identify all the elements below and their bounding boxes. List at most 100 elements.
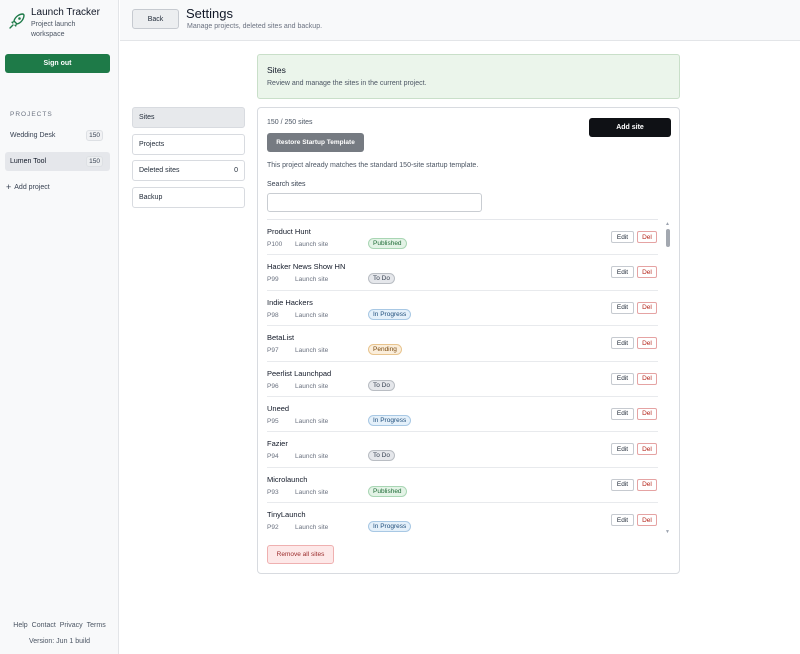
status-badge: In Progress — [368, 414, 412, 426]
plus-icon: + — [6, 182, 12, 192]
project-count-badge: 150 — [86, 130, 103, 141]
status-badge: In Progress — [368, 308, 412, 320]
scrollbar[interactable]: ▲ ▼ — [664, 221, 672, 537]
add-project-label: Add project — [14, 183, 50, 191]
remove-all-sites-button[interactable]: Remove all sites — [267, 545, 334, 564]
table-row: Peerlist Launchpad P96 Launch site To Do Edi… — [267, 362, 658, 397]
page-subtitle: Manage projects, deleted sites and backu… — [187, 23, 323, 30]
edit-button[interactable]: Edit — [611, 407, 634, 420]
table-row: Product Hunt P100 Launch site Published Edit… — [267, 220, 658, 256]
site-name: Uneed — [267, 403, 290, 413]
sidebar-item-lumen-tool[interactable]: Lumen Tool 150 — [5, 152, 110, 171]
settings-nav-projects[interactable]: Projects — [132, 134, 245, 155]
delete-button[interactable]: Del — [637, 301, 657, 314]
page-title: Settings — [186, 6, 233, 21]
site-name: Product Hunt — [267, 227, 311, 236]
add-project-button[interactable]: + Add project — [6, 182, 50, 192]
restore-template-button[interactable]: Restore Startup Template — [267, 133, 364, 152]
search-label: Search sites — [267, 181, 306, 188]
site-code: P95 — [267, 417, 279, 425]
site-code: P100 — [267, 241, 283, 248]
footer-links: Help Contact Privacy Terms — [0, 622, 119, 629]
terms-link[interactable]: Terms — [87, 622, 106, 629]
search-input[interactable] — [267, 193, 482, 212]
edit-button[interactable]: Edit — [611, 266, 634, 279]
table-row: Fazier P94 Launch site To Do Edit Del — [267, 432, 658, 468]
site-type: Launch site — [295, 524, 329, 532]
table-row: Hacker News Show HN P99 Launch site To Do Ed… — [267, 255, 658, 291]
site-code: P96 — [267, 382, 279, 390]
app-subtitle-line1: Project launch — [31, 21, 76, 28]
site-code: P97 — [267, 347, 279, 355]
delete-button[interactable]: Del — [637, 514, 657, 527]
site-type: Launch site — [295, 311, 329, 319]
site-type: Launch site — [295, 453, 329, 461]
site-type: Launch site — [295, 347, 329, 355]
delete-button[interactable]: Del — [637, 407, 657, 420]
delete-button[interactable]: Del — [637, 337, 657, 350]
site-code: P94 — [267, 453, 279, 461]
site-name: Indie Hackers — [267, 297, 313, 307]
site-count: 150 / 250 sites — [267, 119, 313, 126]
projects-heading: PROJECTS — [10, 111, 53, 118]
brand: Launch Tracker Project launch workspace — [8, 7, 100, 40]
contact-link[interactable]: Contact — [32, 622, 56, 629]
delete-button[interactable]: Del — [637, 231, 657, 243]
delete-button[interactable]: Del — [637, 266, 657, 279]
edit-button[interactable]: Edit — [611, 478, 634, 491]
deleted-sites-count: 0 — [234, 167, 238, 174]
site-name: TinyLaunch — [267, 510, 306, 520]
site-name: Microlaunch — [267, 474, 308, 484]
rocket-icon — [9, 13, 25, 29]
site-name: Fazier — [267, 439, 288, 449]
sidebar-item-wedding-desk[interactable]: Wedding Desk 150 — [5, 126, 110, 145]
help-link[interactable]: Help — [13, 622, 27, 629]
edit-button[interactable]: Edit — [611, 514, 634, 527]
edit-button[interactable]: Edit — [611, 231, 634, 243]
app-subtitle-line2: workspace — [31, 31, 65, 38]
site-name: Hacker News Show HN — [267, 262, 346, 272]
status-badge: To Do — [368, 450, 395, 462]
table-row: TinyLaunch P92 Launch site In Progress Edit D… — [267, 503, 658, 537]
site-code: P99 — [267, 276, 279, 284]
project-name: Lumen Tool — [10, 158, 47, 165]
settings-nav-label: Projects — [139, 141, 165, 148]
delete-button[interactable]: Del — [637, 478, 657, 491]
scroll-down-icon[interactable]: ▼ — [665, 529, 670, 535]
edit-button[interactable]: Edit — [611, 443, 634, 456]
edit-button[interactable]: Edit — [611, 301, 634, 314]
site-type: Launch site — [295, 241, 329, 248]
add-site-button[interactable]: Add site — [589, 118, 671, 137]
status-badge: To Do — [368, 379, 395, 391]
sign-out-button[interactable]: Sign out — [5, 54, 110, 73]
edit-button[interactable]: Edit — [611, 337, 634, 350]
site-code: P93 — [267, 488, 279, 496]
site-name: BetaList — [267, 333, 295, 343]
sidebar: Launch Tracker Project launch workspace … — [0, 0, 119, 654]
site-list: Product Hunt P100 Launch site Published Edit… — [267, 219, 658, 537]
settings-nav-label: Sites — [139, 114, 155, 121]
site-code: P92 — [267, 524, 279, 532]
scroll-thumb[interactable] — [666, 229, 670, 247]
table-row: BetaList P97 Launch site Pending Edit Del — [267, 326, 658, 362]
info-description: Review and manage the sites in the curre… — [267, 80, 427, 87]
status-badge: To Do — [368, 273, 395, 285]
table-row: Indie Hackers P98 Launch site In Progress Ed… — [267, 291, 658, 327]
table-row: Microlaunch P93 Launch site Published Edit De… — [267, 468, 658, 504]
project-count-badge: 150 — [86, 156, 103, 167]
settings-nav-sites[interactable]: Sites — [132, 107, 245, 128]
delete-button[interactable]: Del — [637, 443, 657, 456]
settings-nav-deleted-sites[interactable]: Deleted sites 0 — [132, 160, 245, 181]
edit-button[interactable]: Edit — [611, 372, 634, 385]
status-badge: Published — [368, 485, 407, 497]
delete-button[interactable]: Del — [637, 372, 657, 385]
back-button[interactable]: Back — [132, 9, 179, 29]
template-note: This project already matches the standar… — [267, 162, 479, 169]
site-type: Launch site — [295, 382, 329, 390]
privacy-link[interactable]: Privacy — [60, 622, 83, 629]
page-header: Back Settings Manage projects, deleted s… — [120, 0, 800, 41]
settings-nav-backup[interactable]: Backup — [132, 187, 245, 208]
settings-nav-label: Backup — [139, 194, 163, 201]
version-text: Version: Jun 1 build — [28, 638, 91, 645]
scroll-up-icon[interactable]: ▲ — [665, 221, 670, 227]
